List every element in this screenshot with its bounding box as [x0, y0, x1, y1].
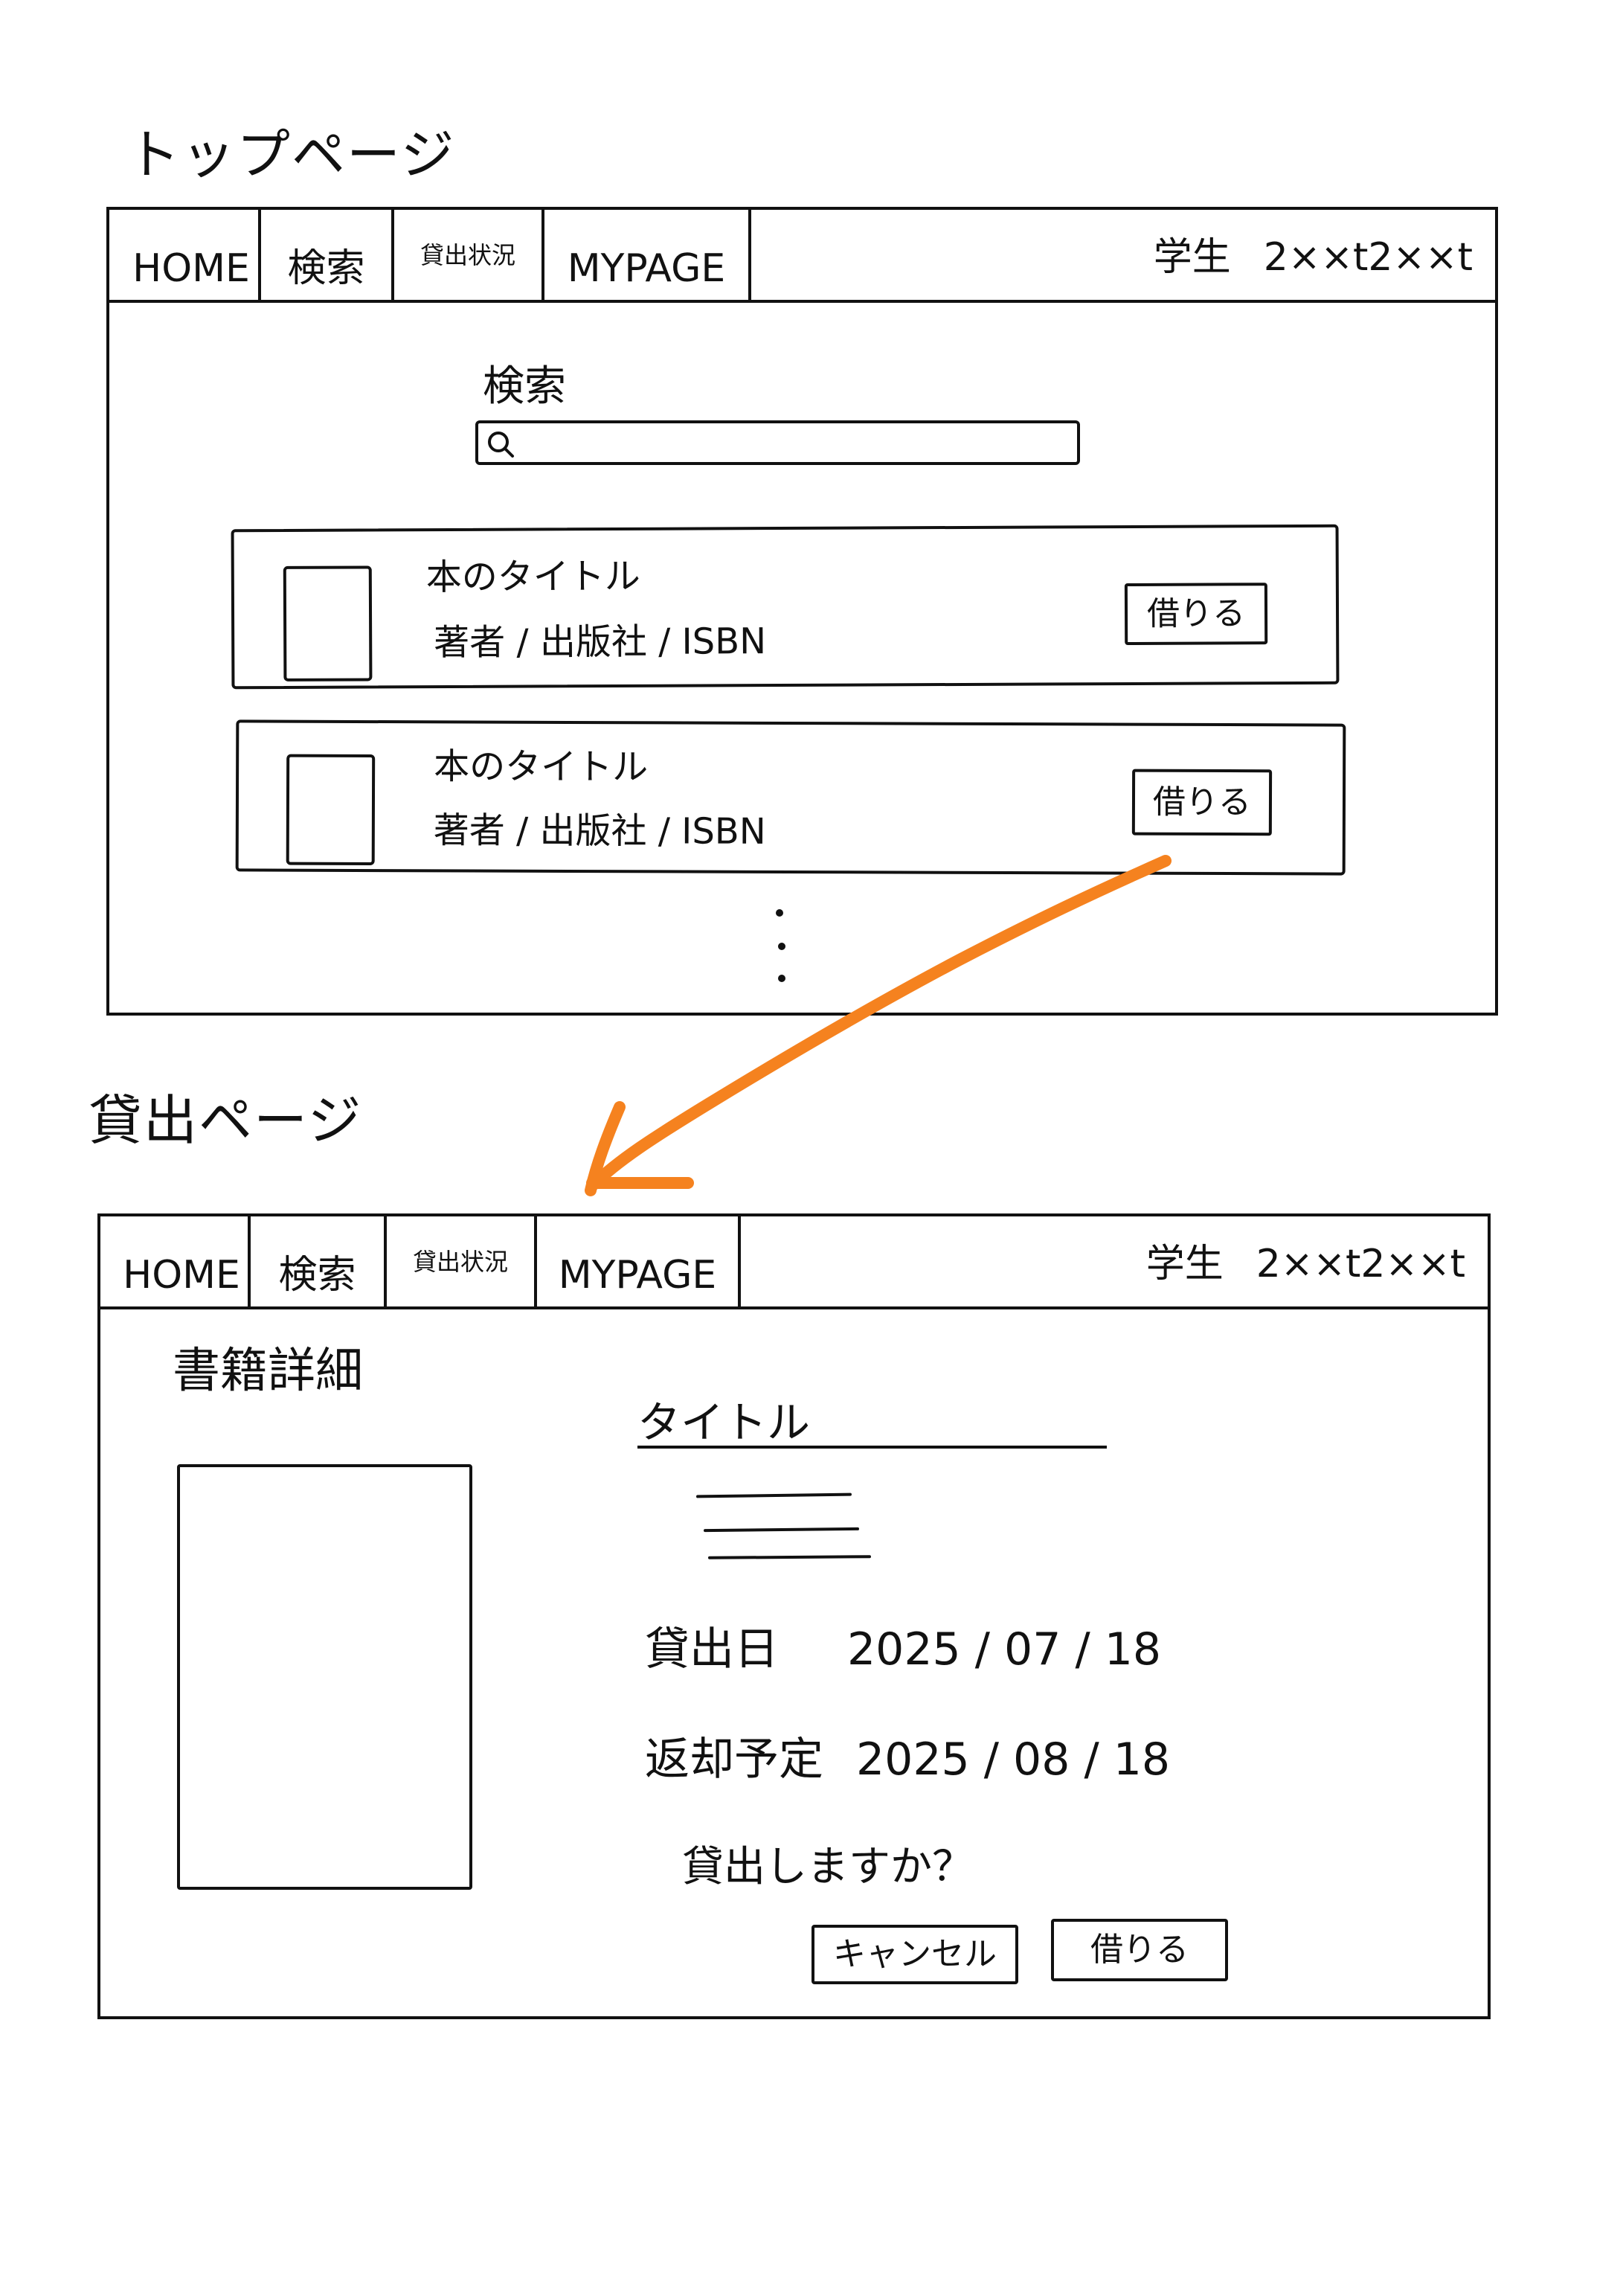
top-header: HOME 検索 貸出状況 MYPAGE 学生 2××t2××t — [109, 210, 1495, 303]
loan-nav: HOME 検索 貸出状況 MYPAGE — [115, 1216, 741, 1306]
cancel-button[interactable]: キャンセル — [812, 1925, 1018, 1984]
user-id: 2××t2××t — [1256, 1242, 1465, 1286]
loan-page-title: 貸出ページ — [89, 1089, 363, 1152]
user-role: 学生 — [1153, 235, 1231, 280]
book-title: 本のタイトル — [425, 555, 640, 599]
book-thumbnail — [283, 565, 373, 682]
borrow-confirm-text: 貸出しますか？ — [682, 1843, 974, 1891]
book-thumbnail — [286, 754, 376, 866]
borrow-button[interactable]: 借りる — [1131, 769, 1273, 836]
user-role: 学生 — [1145, 1242, 1224, 1286]
nav-home[interactable]: HOME — [124, 210, 261, 300]
search-label: 検索 — [483, 362, 566, 411]
loan-header: HOME 検索 貸出状況 MYPAGE 学生 2××t2××t — [100, 1216, 1488, 1309]
loan-date-value: 2025 / 07 / 18 — [847, 1623, 1162, 1675]
search-input[interactable] — [475, 420, 1080, 465]
nav-mypage[interactable]: MYPAGE — [537, 1216, 741, 1306]
book-title: 本のタイトル — [434, 745, 649, 789]
loan-date-label: 貸出日 — [645, 1623, 779, 1675]
book-cover-image — [177, 1464, 472, 1890]
nav-search[interactable]: 検索 — [251, 1216, 387, 1306]
borrow-button[interactable]: 借りる — [1124, 583, 1268, 646]
book-card: 本のタイトル 著者 / 出版社 / ISBN 借りる — [235, 719, 1346, 876]
book-meta: 著者 / 出版社 / ISBN — [433, 809, 766, 853]
top-nav: HOME 検索 貸出状況 MYPAGE — [124, 210, 751, 300]
nav-mypage[interactable]: MYPAGE — [544, 210, 751, 300]
book-meta: 著者 / 出版社 / ISBN — [434, 621, 767, 664]
top-page-title: トップページ — [126, 124, 456, 186]
book-title: タイトル — [637, 1401, 1107, 1449]
user-info: 学生 2××t2××t — [1146, 1245, 1465, 1283]
nav-loan-status[interactable]: 貸出状況 — [387, 1216, 537, 1306]
top-page-frame: HOME 検索 貸出状況 MYPAGE 学生 2××t2××t 検索 本のタイト… — [106, 207, 1498, 1016]
user-info: 学生 2××t2××t — [1154, 238, 1473, 277]
book-card: 本のタイトル 著者 / 出版社 / ISBN 借りる — [231, 524, 1340, 690]
search-icon — [488, 432, 514, 458]
nav-loan-status[interactable]: 貸出状況 — [394, 210, 544, 300]
loan-page-frame: HOME 検索 貸出状況 MYPAGE 学生 2××t2××t 書籍詳細 タイト… — [97, 1213, 1491, 2019]
due-date-value: 2025 / 08 / 18 — [856, 1734, 1171, 1786]
nav-home[interactable]: HOME — [115, 1216, 251, 1306]
due-date-label: 返却予定 — [645, 1734, 823, 1786]
book-detail-heading: 書籍詳細 — [173, 1344, 363, 1399]
borrow-button[interactable]: 借りる — [1051, 1919, 1228, 1981]
nav-search[interactable]: 検索 — [261, 210, 394, 300]
user-id: 2××t2××t — [1263, 235, 1473, 280]
